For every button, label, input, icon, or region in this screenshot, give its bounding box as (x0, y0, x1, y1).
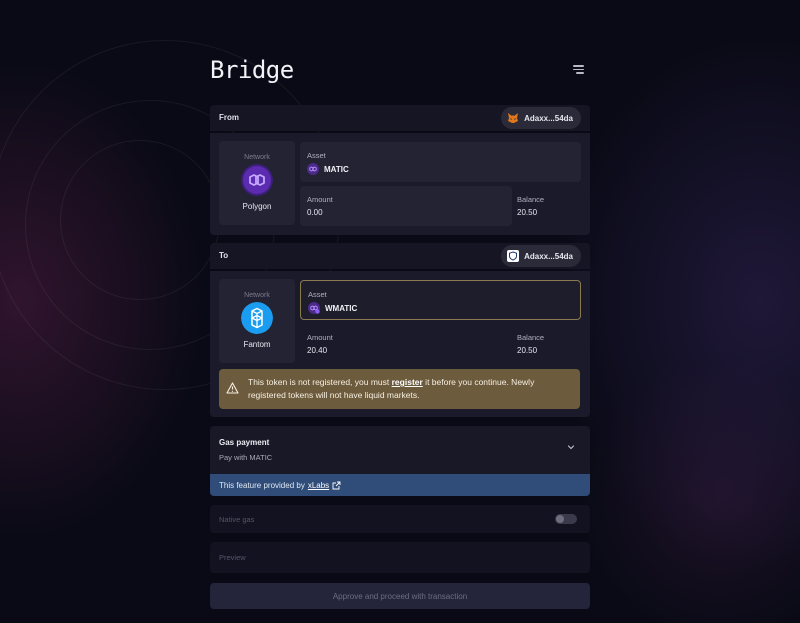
from-balance-label: Balance (517, 195, 545, 204)
to-network-label: Network (244, 292, 270, 299)
to-amount-label: Amount (307, 333, 333, 342)
register-link[interactable]: register (392, 377, 423, 387)
xlabs-link[interactable]: xLabs (308, 481, 341, 490)
to-label: To (219, 251, 229, 260)
to-asset-label: Asset (308, 290, 327, 299)
from-asset-selector[interactable]: Asset MATIC (300, 142, 581, 182)
matic-token-icon (307, 163, 319, 175)
page-header: Bridge (210, 56, 590, 86)
from-amount-field[interactable]: Amount 0.00 (300, 186, 512, 226)
to-wallet-address: Adaxx...54da (524, 251, 573, 261)
page-title: Bridge (210, 56, 294, 84)
from-amount-value[interactable]: 0.00 (307, 208, 323, 217)
native-gas-toggle[interactable] (555, 514, 577, 524)
from-asset-value: MATIC (324, 164, 349, 174)
fantom-icon (241, 302, 273, 334)
menu-icon[interactable] (573, 65, 584, 74)
chevron-down-icon (567, 445, 575, 450)
approve-button[interactable]: Approve and proceed with transaction (210, 583, 590, 609)
from-network-label: Network (244, 154, 270, 161)
gas-payment-dropdown[interactable]: Gas payment Pay with MATIC (210, 426, 590, 474)
warning-text-before: This token is not registered, you must (248, 377, 392, 387)
wmatic-token-icon (308, 302, 320, 314)
native-gas-row: Native gas (210, 505, 590, 533)
from-amount-label: Amount (307, 195, 333, 204)
to-balance-value: 20.50 (517, 346, 538, 355)
xlabs-banner: This feature provided by xLabs (210, 474, 590, 496)
from-wallet-button[interactable]: Adaxx...54da (501, 107, 581, 129)
native-gas-label: Native gas (219, 515, 255, 524)
warning-icon (226, 382, 239, 394)
from-network-selector[interactable]: Network Polygon (219, 141, 295, 225)
from-balance-value: 20.50 (517, 208, 538, 217)
to-wallet-button[interactable]: Adaxx...54da (501, 245, 581, 267)
from-network-name: Polygon (242, 202, 272, 211)
to-network-selector[interactable]: Network Fantom (219, 279, 295, 363)
polygon-icon (241, 164, 273, 196)
to-panel: Network Fantom Asset WMATIC Amount 20.40… (210, 271, 590, 417)
xlabs-link-label: xLabs (307, 480, 330, 490)
warning-text: This token is not registered, you must r… (248, 376, 573, 402)
to-amount-value: 20.40 (307, 346, 328, 355)
unregistered-token-warning: This token is not registered, you must r… (219, 369, 580, 409)
to-asset-selector[interactable]: Asset WMATIC (300, 280, 581, 320)
gas-payment-subtitle: Pay with MATIC (219, 453, 273, 462)
shield-wallet-icon (507, 250, 520, 262)
to-balance-label: Balance (517, 333, 545, 342)
metamask-fox-icon (507, 112, 519, 124)
from-wallet-address: Adaxx...54da (524, 113, 573, 123)
external-link-icon (332, 481, 341, 489)
from-label: From (219, 113, 239, 122)
to-header: To Adaxx...54da (210, 243, 590, 269)
preview-label: Preview (219, 553, 246, 562)
to-asset-value: WMATIC (325, 303, 358, 313)
xlabs-text: This feature provided by (219, 480, 305, 490)
from-header: From Adaxx...54da (210, 105, 590, 131)
from-panel: Network Polygon Asset MATIC Amount 0.00 … (210, 133, 590, 235)
gas-payment-title: Gas payment (219, 438, 270, 447)
toggle-knob (556, 515, 564, 523)
to-network-name: Fantom (243, 340, 271, 349)
preview-box: Preview (210, 542, 590, 573)
from-asset-label: Asset (307, 151, 326, 160)
